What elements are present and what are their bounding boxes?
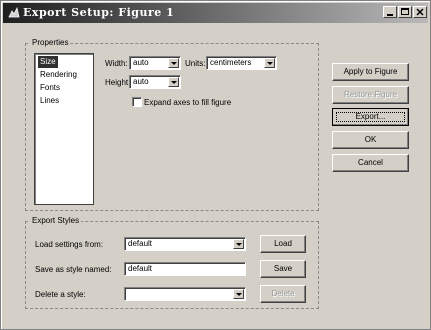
- units-select[interactable]: centimeters: [206, 56, 277, 70]
- expand-axes-checkbox[interactable]: [132, 97, 142, 107]
- properties-group: Properties Size Rendering Fonts Lines Wi…: [25, 38, 319, 211]
- restore-figure-button[interactable]: Restore Figure: [332, 86, 409, 104]
- matlab-figure-icon: [7, 6, 21, 20]
- list-item-rendering[interactable]: Rendering: [38, 69, 79, 81]
- export-styles-group-label: Export Styles: [30, 216, 82, 225]
- width-value: auto: [133, 58, 149, 67]
- close-button[interactable]: [413, 6, 427, 18]
- list-item-fonts[interactable]: Fonts: [38, 82, 62, 94]
- chevron-down-icon[interactable]: [168, 77, 179, 87]
- load-settings-value: default: [128, 239, 153, 248]
- height-label: Height:: [105, 78, 131, 87]
- load-button[interactable]: Load: [260, 235, 306, 253]
- chevron-down-icon[interactable]: [233, 289, 244, 299]
- export-button[interactable]: Export...: [332, 108, 409, 126]
- width-label: Width:: [105, 59, 128, 68]
- load-settings-select[interactable]: default: [124, 237, 246, 251]
- minimize-button[interactable]: [383, 6, 397, 18]
- units-value: centimeters: [210, 58, 252, 67]
- delete-button[interactable]: Delete: [260, 285, 306, 303]
- chevron-down-icon[interactable]: [233, 239, 244, 249]
- window-title: Export Setup: Figure 1: [23, 6, 175, 19]
- units-label: Units:: [185, 59, 206, 68]
- ok-button[interactable]: OK: [332, 131, 409, 149]
- load-settings-label: Load settings from:: [35, 240, 104, 249]
- title-bar[interactable]: Export Setup: Figure 1: [3, 3, 428, 23]
- delete-style-select[interactable]: [124, 287, 246, 301]
- maximize-button[interactable]: [398, 6, 412, 18]
- width-select[interactable]: auto: [129, 56, 181, 70]
- save-style-label: Save as style named:: [35, 265, 112, 274]
- properties-group-label: Properties: [30, 38, 71, 47]
- export-styles-group: Export Styles Load settings from: defaul…: [25, 216, 319, 309]
- property-list[interactable]: Size Rendering Fonts Lines: [34, 53, 94, 205]
- height-select[interactable]: auto: [129, 75, 181, 89]
- list-item-lines[interactable]: Lines: [38, 95, 61, 107]
- cancel-button[interactable]: Cancel: [332, 154, 409, 172]
- save-button[interactable]: Save: [260, 260, 306, 278]
- apply-to-figure-button[interactable]: Apply to Figure: [332, 63, 409, 81]
- delete-style-label: Delete a style:: [35, 290, 86, 299]
- height-value: auto: [133, 77, 149, 86]
- save-style-name-field[interactable]: default: [124, 262, 246, 276]
- export-setup-window: Export Setup: Figure 1 Properties Size R…: [0, 0, 431, 330]
- focus-indicator: [336, 112, 405, 122]
- chevron-down-icon[interactable]: [168, 58, 179, 68]
- list-item-size[interactable]: Size: [38, 56, 58, 68]
- chevron-down-icon[interactable]: [264, 58, 275, 68]
- expand-axes-label: Expand axes to fill figure: [144, 98, 232, 107]
- save-style-name-value: default: [128, 264, 153, 273]
